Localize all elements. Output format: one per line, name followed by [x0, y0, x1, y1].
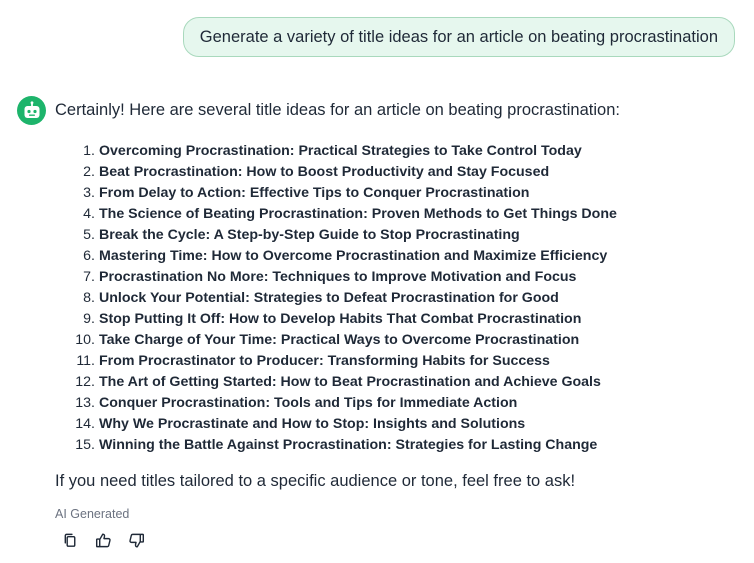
title-text: Unlock Your Potential: Strategies to Def…: [99, 290, 559, 306]
list-item: 4. The Science of Beating Procrastination…: [55, 204, 745, 225]
list-item: 10. Take Charge of Your Time: Practical W…: [55, 330, 745, 351]
assistant-intro: Certainly! Here are several title ideas …: [55, 101, 620, 119]
thumbs-up-button[interactable]: [93, 530, 113, 550]
list-item: 9. Stop Putting It Off: How to Develop Ha…: [55, 309, 745, 330]
assistant-message: Certainly! Here are several title ideas …: [55, 100, 745, 492]
list-item: 2. Beat Procrastination: How to Boost Pro…: [55, 162, 745, 183]
list-item: 8. Unlock Your Potential: Strategies to D…: [55, 288, 745, 309]
robot-icon: [24, 100, 39, 118]
message-actions: [60, 530, 146, 550]
title-text: Why We Procrastinate and How to Stop: In…: [99, 416, 526, 432]
list-item: 1. Overcoming Procrastination: Practical …: [55, 141, 745, 162]
list-item: 7. Procrastination No More: Techniques to…: [55, 267, 745, 288]
copy-button[interactable]: [60, 530, 80, 550]
title-text: Winning the Battle Against Procrastinati…: [99, 437, 598, 453]
list-item: 6. Mastering Time: How to Overcome Procra…: [55, 246, 745, 267]
copy-icon: [64, 533, 75, 547]
title-ideas-list: 1. Overcoming Procrastination: Practical …: [55, 141, 745, 456]
list-item: 12. The Art of Getting Started: How to Be…: [55, 372, 745, 393]
thumbs-up-icon: [95, 532, 111, 547]
list-item: 14. Why We Procrastinate and How to Stop:…: [55, 414, 745, 435]
list-item: 13. Conquer Procrastination: Tools and Ti…: [55, 393, 745, 414]
assistant-avatar: [17, 96, 46, 125]
assistant-outro: If you need titles tailored to a specifi…: [55, 472, 576, 490]
title-text: The Science of Beating Procrastination: …: [99, 206, 617, 222]
title-text: Take Charge of Your Time: Practical Ways…: [99, 332, 580, 348]
thumbs-down-button[interactable]: [126, 530, 146, 550]
title-text: Mastering Time: How to Overcome Procrast…: [99, 248, 608, 264]
title-text: From Procrastinator to Producer: Transfo…: [99, 353, 550, 369]
list-item: 5. Break the Cycle: A Step-by-Step Guide …: [55, 225, 745, 246]
title-text: Procrastination No More: Techniques to I…: [99, 269, 577, 285]
title-text: Overcoming Procrastination: Practical St…: [99, 143, 582, 159]
list-item: 15. Winning the Battle Against Procrastin…: [55, 435, 745, 456]
title-text: The Art of Getting Started: How to Beat …: [99, 374, 601, 390]
title-text: Beat Procrastination: How to Boost Produ…: [99, 164, 550, 180]
thumbs-down-icon: [128, 533, 144, 548]
ai-generated-label: AI Generated: [55, 507, 130, 521]
title-text: From Delay to Action: Effective Tips to …: [99, 185, 530, 201]
list-item: 3. From Delay to Action: Effective Tips t…: [55, 183, 745, 204]
list-item: 11. From Procrastinator to Producer: Tran…: [55, 351, 745, 372]
title-text: Conquer Procrastination: Tools and Tips …: [99, 395, 518, 411]
title-text: Break the Cycle: A Step-by-Step Guide to…: [99, 227, 520, 243]
user-message-bubble: Generate a variety of title ideas for an…: [182, 17, 735, 57]
user-message-text: Generate a variety of title ideas for an…: [199, 27, 718, 46]
title-text: Stop Putting It Off: How to Develop Habi…: [99, 311, 582, 327]
chat-page: Generate a variety of title ideas for an…: [0, 0, 754, 563]
